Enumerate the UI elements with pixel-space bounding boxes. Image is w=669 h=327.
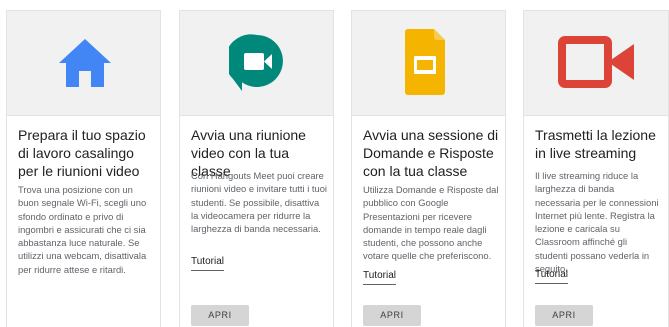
card-title: Avvia una sessione di Domande e Risposte… (363, 127, 499, 179)
card-title: Trasmetti la lezione in live streaming (535, 127, 656, 161)
card-description: Utilizza Domande e Risposte dal pubblico… (363, 184, 499, 262)
card-qa-session: Avvia una sessione di Domande e Risposte… (351, 10, 506, 327)
card-description: Il live streaming riduce la larghezza di… (535, 170, 659, 275)
card-hero (352, 11, 505, 116)
card-description: Con Hangouts Meet puoi creare riunioni v… (191, 170, 328, 235)
card-live-streaming: Trasmetti la lezione in live streaming I… (523, 10, 669, 327)
card-workspace: Prepara il tuo spazio di lavoro casaling… (6, 10, 161, 327)
apri-button[interactable]: APRI (363, 305, 421, 326)
card-hero (7, 11, 160, 116)
tutorial-link[interactable]: Tutorial (191, 256, 224, 271)
card-title: Prepara il tuo spazio di lavoro casaling… (18, 127, 146, 179)
card-video-meeting: Avvia una riunione video con la tua clas… (179, 10, 334, 327)
home-icon (59, 39, 111, 87)
card-description: Trova una posizione con un buon segnale … (18, 184, 147, 275)
card-hero (180, 11, 333, 116)
tutorial-link[interactable]: Tutorial (363, 270, 396, 285)
card-hero (524, 11, 668, 116)
video-camera-icon (558, 36, 634, 88)
tutorial-link[interactable]: Tutorial (535, 269, 568, 284)
google-slides-icon (405, 29, 445, 95)
hangouts-meet-icon (229, 34, 283, 91)
apri-button[interactable]: APRI (535, 305, 593, 326)
apri-button[interactable]: APRI (191, 305, 249, 326)
